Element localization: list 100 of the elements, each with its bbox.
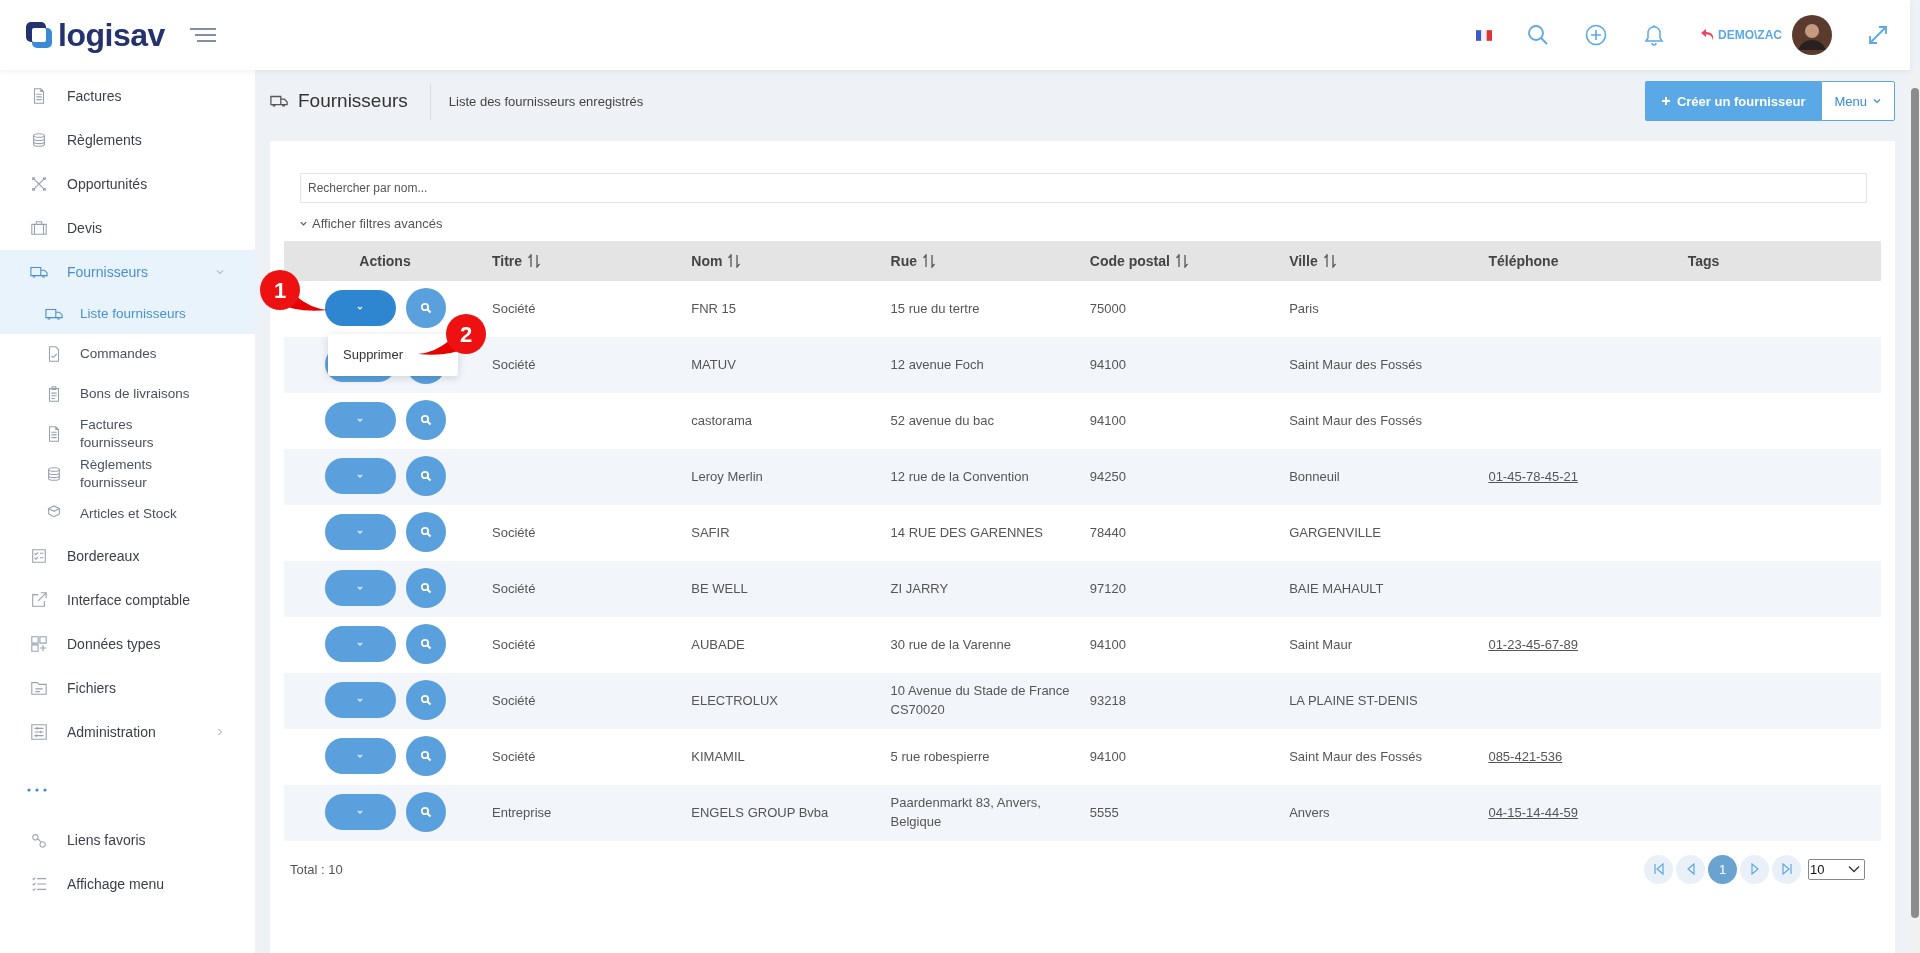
table-cell: 94250 [1089,468,1126,484]
sidebar-subitem[interactable]: Règlements fournisseur [0,454,255,494]
checklist-icon [30,875,48,893]
sort-icon [922,253,936,268]
table-cell: Paris [1289,300,1319,316]
actions-dropdown-button[interactable] [324,625,396,662]
sidebar-item[interactable]: Fichiers [0,666,255,710]
sidebar-item[interactable]: Devis [0,206,255,250]
column-header[interactable]: Ville [1283,240,1483,281]
column-header[interactable]: Code postal [1083,240,1284,281]
column-header: Tags [1681,240,1881,281]
table-cell: 52 avenue du bac [890,412,994,428]
caret-icon [1848,865,1860,874]
sidebar-subitem[interactable]: Commandes [0,334,255,374]
page-size-select[interactable]: 10 [1808,858,1865,880]
chevron-right-icon [215,727,225,737]
column-header[interactable]: Rue [884,240,1084,281]
sidebar-subitem[interactable]: Bons de livraisons [0,374,255,414]
table-cell: Société [492,692,536,708]
actions-dropdown-button[interactable] [324,457,396,494]
filters-toggle[interactable]: Afficher filtres avancés [299,215,443,231]
more-icon[interactable] [27,788,47,792]
add-icon[interactable] [1584,23,1608,47]
coins-icon [45,465,63,483]
sidebar-item[interactable]: Données types [0,622,255,666]
first-page-icon [1652,863,1665,876]
flag-icon[interactable] [1476,29,1492,41]
table-cell: 97120 [1089,580,1126,596]
sort-icon [527,253,542,268]
sidebar-item[interactable]: Liens favoris [0,818,255,862]
sidebar-item[interactable]: Affichage menu [0,862,255,906]
menu-button[interactable]: Menu [1821,81,1895,122]
search-button[interactable] [405,399,446,440]
sidebar-item[interactable]: Règlements [0,118,255,162]
table-cell: ENGELS GROUP Bvba [691,804,829,820]
table-cell: Leroy Merlin [691,468,763,484]
link-icon [30,831,48,849]
actions-dropdown-button[interactable] [324,289,396,326]
column-header[interactable]: Nom [685,240,885,281]
previous-page-button[interactable] [1676,854,1705,884]
actions-dropdown-button[interactable] [324,737,396,774]
actions-dropdown-button[interactable] [324,513,396,550]
briefcase-icon [30,219,48,237]
table-cell: 15 rue du tertre [890,300,980,316]
actions-dropdown-button[interactable] [324,569,396,606]
search-button[interactable] [405,511,446,552]
avatar[interactable] [1792,15,1832,55]
actions-dropdown-button[interactable] [324,401,396,438]
column-header: Actions [284,240,486,281]
sidebar-item[interactable]: Interface comptable [0,578,255,622]
column-header[interactable]: Titre [486,240,686,281]
sidebar-subitem[interactable]: Factures fournisseurs [0,414,255,454]
expand-icon[interactable] [1866,23,1890,47]
search-button[interactable] [405,679,446,720]
search-field[interactable]: Rechercher par nom... [300,172,1867,203]
phone-link[interactable]: 085-421-536 [1488,748,1563,764]
table-cell: Société [492,580,536,596]
table-cell: 94100 [1089,636,1126,652]
sidebar-subitem[interactable]: Articles et Stock [0,494,255,534]
actions-dropdown-button[interactable] [324,681,396,718]
menu-icon[interactable] [188,27,217,43]
last-page-button[interactable] [1772,854,1801,884]
table-cell: Société [492,748,536,764]
sort-icon [727,253,742,268]
search-button[interactable] [405,287,446,328]
sort-icon [1174,253,1189,268]
search-button[interactable] [405,735,446,776]
undo-icon[interactable] [1700,28,1716,42]
sidebar-item[interactable]: Administration [0,710,255,754]
phone-link[interactable]: 04-15-14-44-59 [1488,804,1579,820]
table-cell: 14 RUE DES GARENNES [890,524,1043,540]
search-icon[interactable] [1526,23,1550,47]
first-page-button[interactable] [1644,854,1673,884]
page-subtitle: Liste des fournisseurs enregistrés [429,83,644,119]
table-cell: 5 rue robespierre [890,748,990,764]
search-button[interactable] [405,791,446,832]
table-cell: Paardenmarkt 83, Anvers, Belgique [890,795,1041,829]
phone-link[interactable]: 01-23-45-67-89 [1488,636,1579,652]
last-page-icon [1780,863,1793,876]
sidebar-item[interactable]: Bordereaux [0,534,255,578]
sidebar-item[interactable]: Opportunités [0,162,255,206]
sidebar-item[interactable]: Factures [0,74,255,118]
table-cell: 30 rue de la Varenne [890,636,1012,652]
table-cell: KIMAMIL [691,748,745,764]
actions-dropdown-button[interactable] [324,793,396,830]
next-page-button[interactable] [1740,854,1769,884]
table-cell: 94100 [1089,748,1126,764]
phone-link[interactable]: 01-45-78-45-21 [1488,468,1579,484]
table-cell: Saint Maur des Fossés [1289,356,1423,372]
table-cell: 10 Avenue du Stade de France CS70020 [890,683,1070,717]
search-button[interactable] [405,623,446,664]
table-cell: Entreprise [492,804,552,820]
menu-item[interactable]: Supprimer [343,345,403,364]
bell-icon[interactable] [1642,23,1666,47]
table-cell: Société [492,524,536,540]
table-cell: Bonneuil [1289,468,1340,484]
search-button[interactable] [405,567,446,608]
search-button[interactable] [405,455,446,496]
next-icon [1748,863,1761,876]
scrollbar[interactable] [1910,70,1920,953]
